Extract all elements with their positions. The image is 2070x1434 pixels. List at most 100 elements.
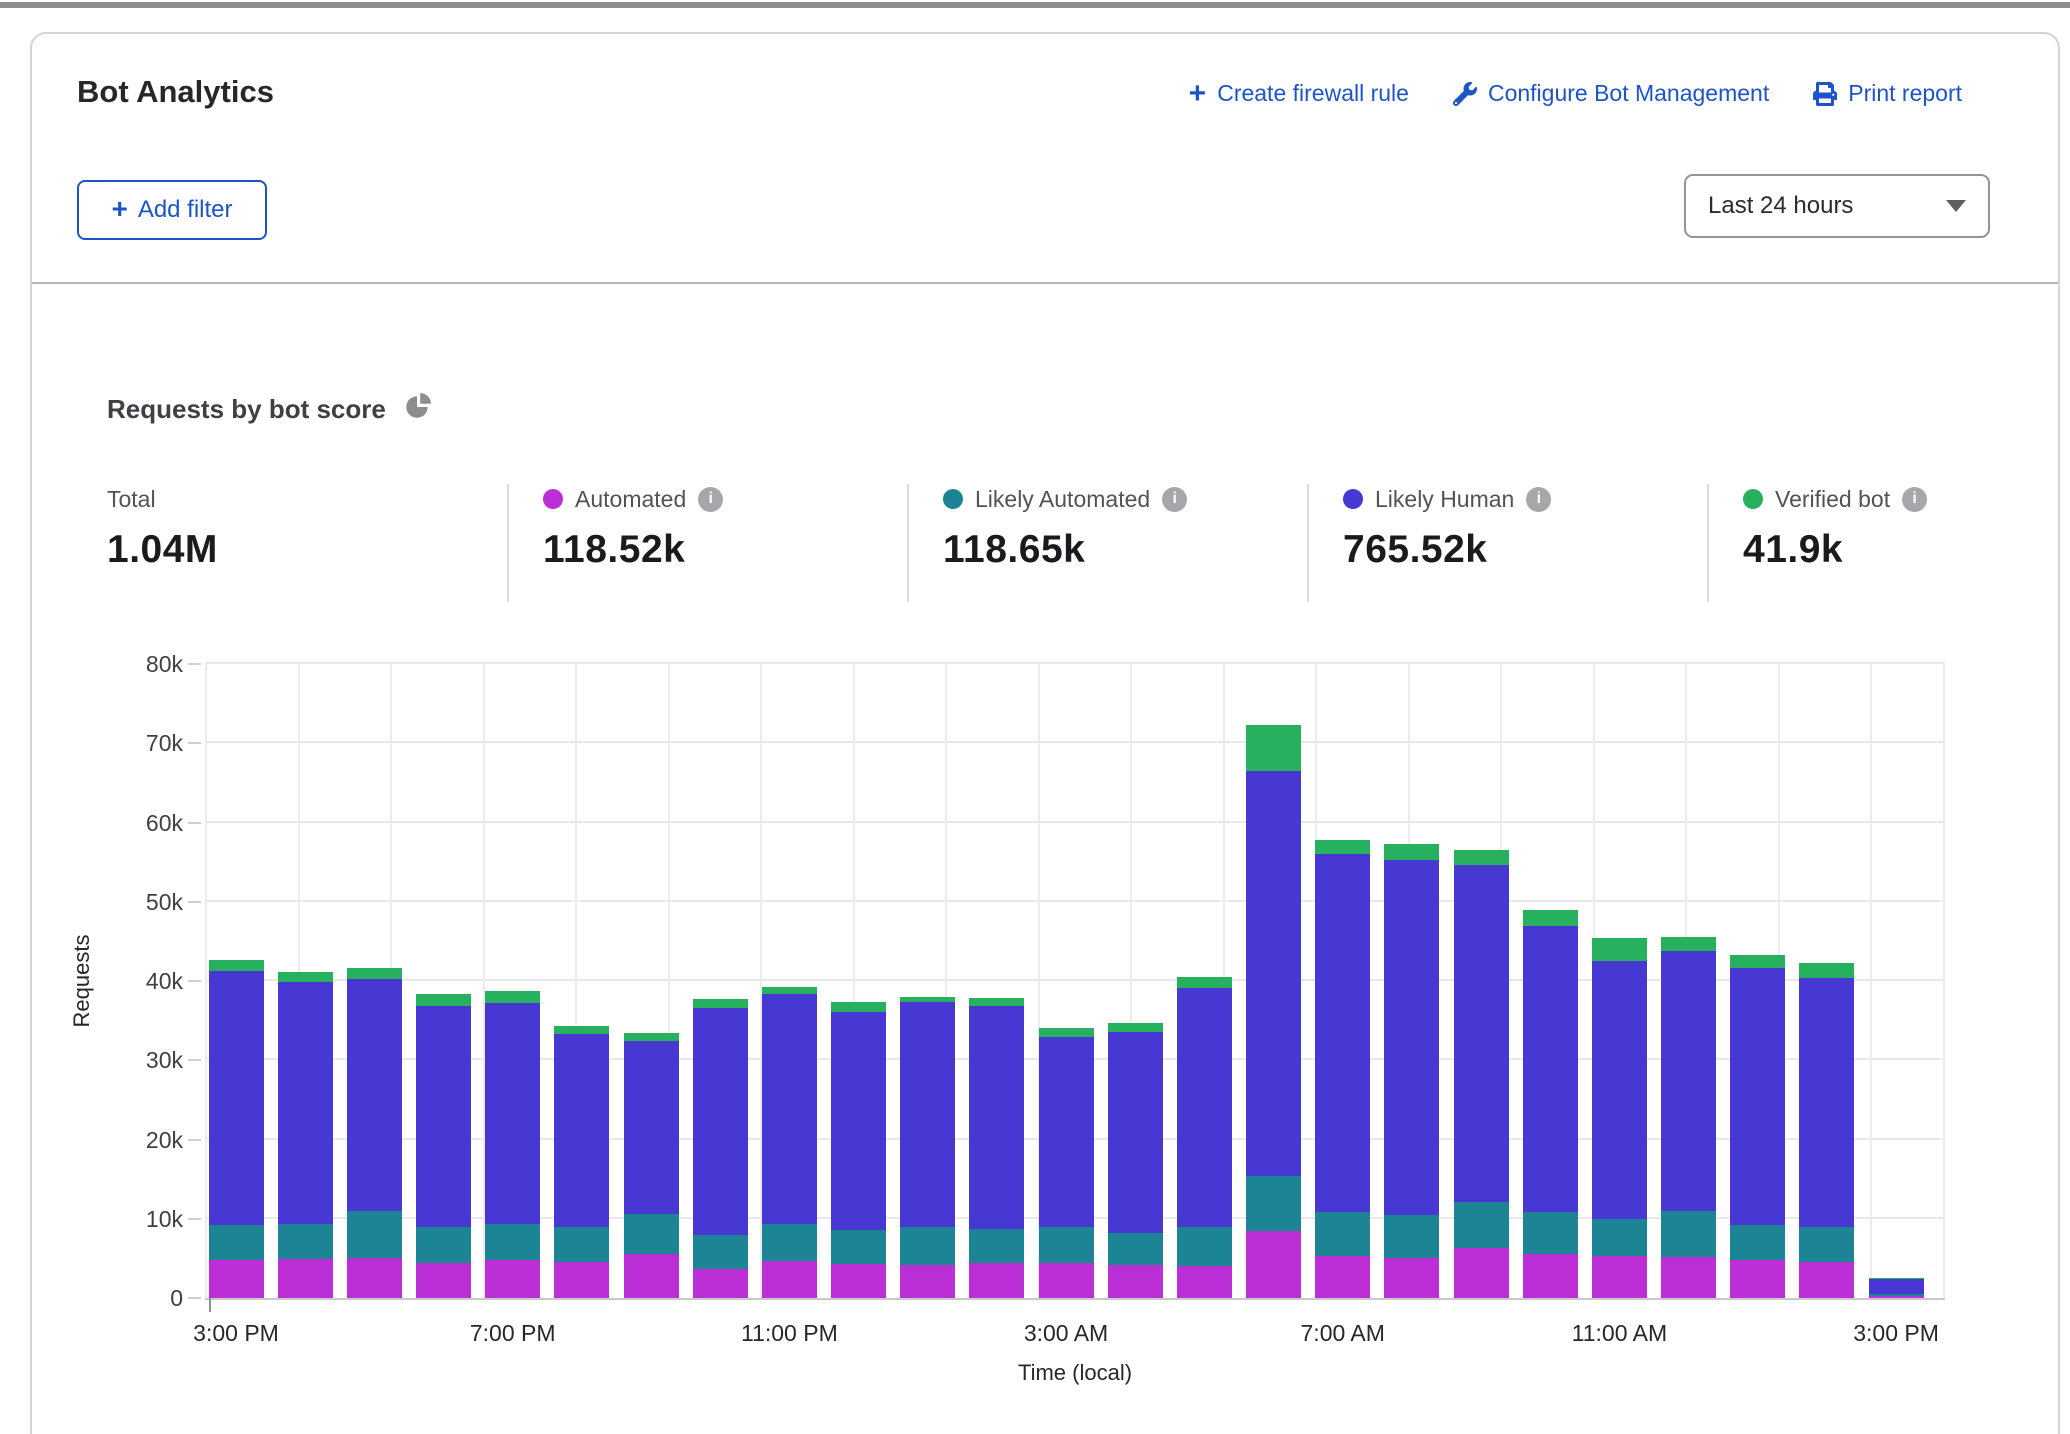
bar-segment-verified-bot xyxy=(416,994,471,1006)
y-tick-mark xyxy=(188,1218,201,1220)
bar-6-00-AM[interactable] xyxy=(1246,664,1301,1298)
bar-segment-automated xyxy=(969,1263,1024,1298)
bar-4-00-AM[interactable] xyxy=(1108,664,1163,1298)
bar-segment-verified-bot xyxy=(1108,1023,1163,1032)
bar-segment-likely-automated xyxy=(969,1229,1024,1263)
bar-segment-automated xyxy=(278,1259,333,1298)
bar-segment-automated xyxy=(1661,1257,1716,1298)
bar-segment-automated xyxy=(1039,1263,1094,1298)
bar-10-00-AM[interactable] xyxy=(1523,664,1578,1298)
add-filter-button[interactable]: + Add filter xyxy=(77,180,267,240)
bar-segment-likely-automated xyxy=(1869,1294,1924,1296)
time-range-select[interactable]: Last 24 hours xyxy=(1684,174,1990,238)
y-tick-label: 40k xyxy=(93,968,183,994)
y-tick-label: 70k xyxy=(93,730,183,756)
bar-9-00-PM[interactable] xyxy=(624,664,679,1298)
bar-segment-automated xyxy=(1108,1265,1163,1298)
bar-segment-likely-human xyxy=(969,1006,1024,1229)
bar-segment-verified-bot xyxy=(1384,844,1439,860)
bar-11-00-PM[interactable] xyxy=(762,664,817,1298)
bar-segment-verified-bot xyxy=(209,960,264,970)
y-tick-mark xyxy=(188,742,201,744)
stat-total[interactable]: Total1.04M xyxy=(107,484,507,602)
bar-3-00-PM[interactable] xyxy=(1869,664,1924,1298)
bar-9-00-AM[interactable] xyxy=(1454,664,1509,1298)
bar-8-00-AM[interactable] xyxy=(1384,664,1439,1298)
bar-6-00-PM[interactable] xyxy=(416,664,471,1298)
bar-5-00-PM[interactable] xyxy=(347,664,402,1298)
stat-value: 1.04M xyxy=(107,528,507,572)
bar-10-00-PM[interactable] xyxy=(693,664,748,1298)
print-report-link[interactable]: Print report xyxy=(1813,80,1962,107)
bar-segment-likely-automated xyxy=(485,1224,540,1260)
wrench-icon xyxy=(1453,82,1477,106)
bar-segment-likely-human xyxy=(693,1008,748,1235)
bar-segment-likely-human xyxy=(1523,926,1578,1213)
bar-segment-likely-automated xyxy=(554,1227,609,1263)
bar-segment-automated xyxy=(1384,1258,1439,1298)
info-icon[interactable]: i xyxy=(1902,487,1927,512)
bar-segment-likely-human xyxy=(1454,865,1509,1202)
bar-segment-automated xyxy=(762,1261,817,1298)
bar-7-00-AM[interactable] xyxy=(1315,664,1370,1298)
x-tick-label: 7:00 PM xyxy=(403,1320,623,1347)
info-icon[interactable]: i xyxy=(698,487,723,512)
legend-dot xyxy=(1343,489,1363,509)
bar-2-00-PM[interactable] xyxy=(1799,664,1854,1298)
bar-3-00-PM[interactable] xyxy=(209,664,264,1298)
printer-icon xyxy=(1813,82,1837,106)
stat-likely-human[interactable]: Likely Humani765.52k xyxy=(1307,484,1707,602)
plus-icon: + xyxy=(1189,83,1207,105)
bar-11-00-AM[interactable] xyxy=(1592,664,1647,1298)
bar-3-00-AM[interactable] xyxy=(1039,664,1094,1298)
info-icon[interactable]: i xyxy=(1162,487,1187,512)
bar-12-00-AM[interactable] xyxy=(831,664,886,1298)
x-tick-label: 11:00 PM xyxy=(679,1320,899,1347)
configure-bot-management-link[interactable]: Configure Bot Management xyxy=(1453,80,1769,107)
bar-segment-verified-bot xyxy=(1039,1028,1094,1038)
bar-segment-verified-bot xyxy=(1799,963,1854,978)
bar-2-00-AM[interactable] xyxy=(969,664,1024,1298)
create-firewall-rule-link[interactable]: +Create firewall rule xyxy=(1189,80,1409,107)
stat-head: Automatedi xyxy=(543,484,907,514)
bar-segment-likely-human xyxy=(831,1012,886,1230)
x-axis-title: Time (local) xyxy=(205,1360,1945,1386)
y-tick-label: 60k xyxy=(93,810,183,836)
bar-segment-automated xyxy=(485,1260,540,1298)
y-axis-title: Requests xyxy=(69,935,95,1028)
stat-likely-automated[interactable]: Likely Automatedi118.65k xyxy=(907,484,1307,602)
x-tick-label: 3:00 PM xyxy=(126,1320,346,1347)
info-icon[interactable]: i xyxy=(1526,487,1551,512)
bar-4-00-PM[interactable] xyxy=(278,664,333,1298)
stat-value: 41.9k xyxy=(1743,528,2070,572)
header-actions: +Create firewall rule Configure Bot Manag… xyxy=(1189,80,1962,107)
bar-segment-likely-automated xyxy=(1384,1215,1439,1258)
bar-segment-likely-automated xyxy=(1177,1227,1232,1267)
stat-automated[interactable]: Automatedi118.52k xyxy=(507,484,907,602)
bar-5-00-AM[interactable] xyxy=(1177,664,1232,1298)
stats-row: Total1.04MAutomatedi118.52kLikely Automa… xyxy=(107,484,2070,602)
x-tick-label: 11:00 AM xyxy=(1509,1320,1729,1347)
bar-segment-likely-automated xyxy=(1523,1212,1578,1253)
bar-8-00-PM[interactable] xyxy=(554,664,609,1298)
stat-verified-bot[interactable]: Verified boti41.9k xyxy=(1707,484,2070,602)
bar-1-00-PM[interactable] xyxy=(1730,664,1785,1298)
bar-segment-likely-human xyxy=(1246,771,1301,1176)
bar-segment-verified-bot xyxy=(1315,840,1370,854)
stat-head: Likely Humani xyxy=(1343,484,1707,514)
bar-7-00-PM[interactable] xyxy=(485,664,540,1298)
bar-segment-automated xyxy=(693,1269,748,1298)
bar-segment-likely-automated xyxy=(1799,1227,1854,1263)
bar-1-00-AM[interactable] xyxy=(900,664,955,1298)
chevron-down-icon xyxy=(1946,200,1966,212)
time-range-value: Last 24 hours xyxy=(1708,192,1853,220)
bar-segment-automated xyxy=(416,1263,471,1298)
v-gridline xyxy=(1943,664,1945,1298)
x-tick-label: 3:00 PM xyxy=(1786,1320,2006,1347)
x-axis-line xyxy=(205,1298,1945,1300)
bar-12-00-PM[interactable] xyxy=(1661,664,1716,1298)
y-tick-label: 20k xyxy=(93,1127,183,1153)
plus-icon: + xyxy=(111,193,127,225)
bar-segment-likely-automated xyxy=(693,1235,748,1268)
bar-segment-likely-automated xyxy=(278,1224,333,1259)
